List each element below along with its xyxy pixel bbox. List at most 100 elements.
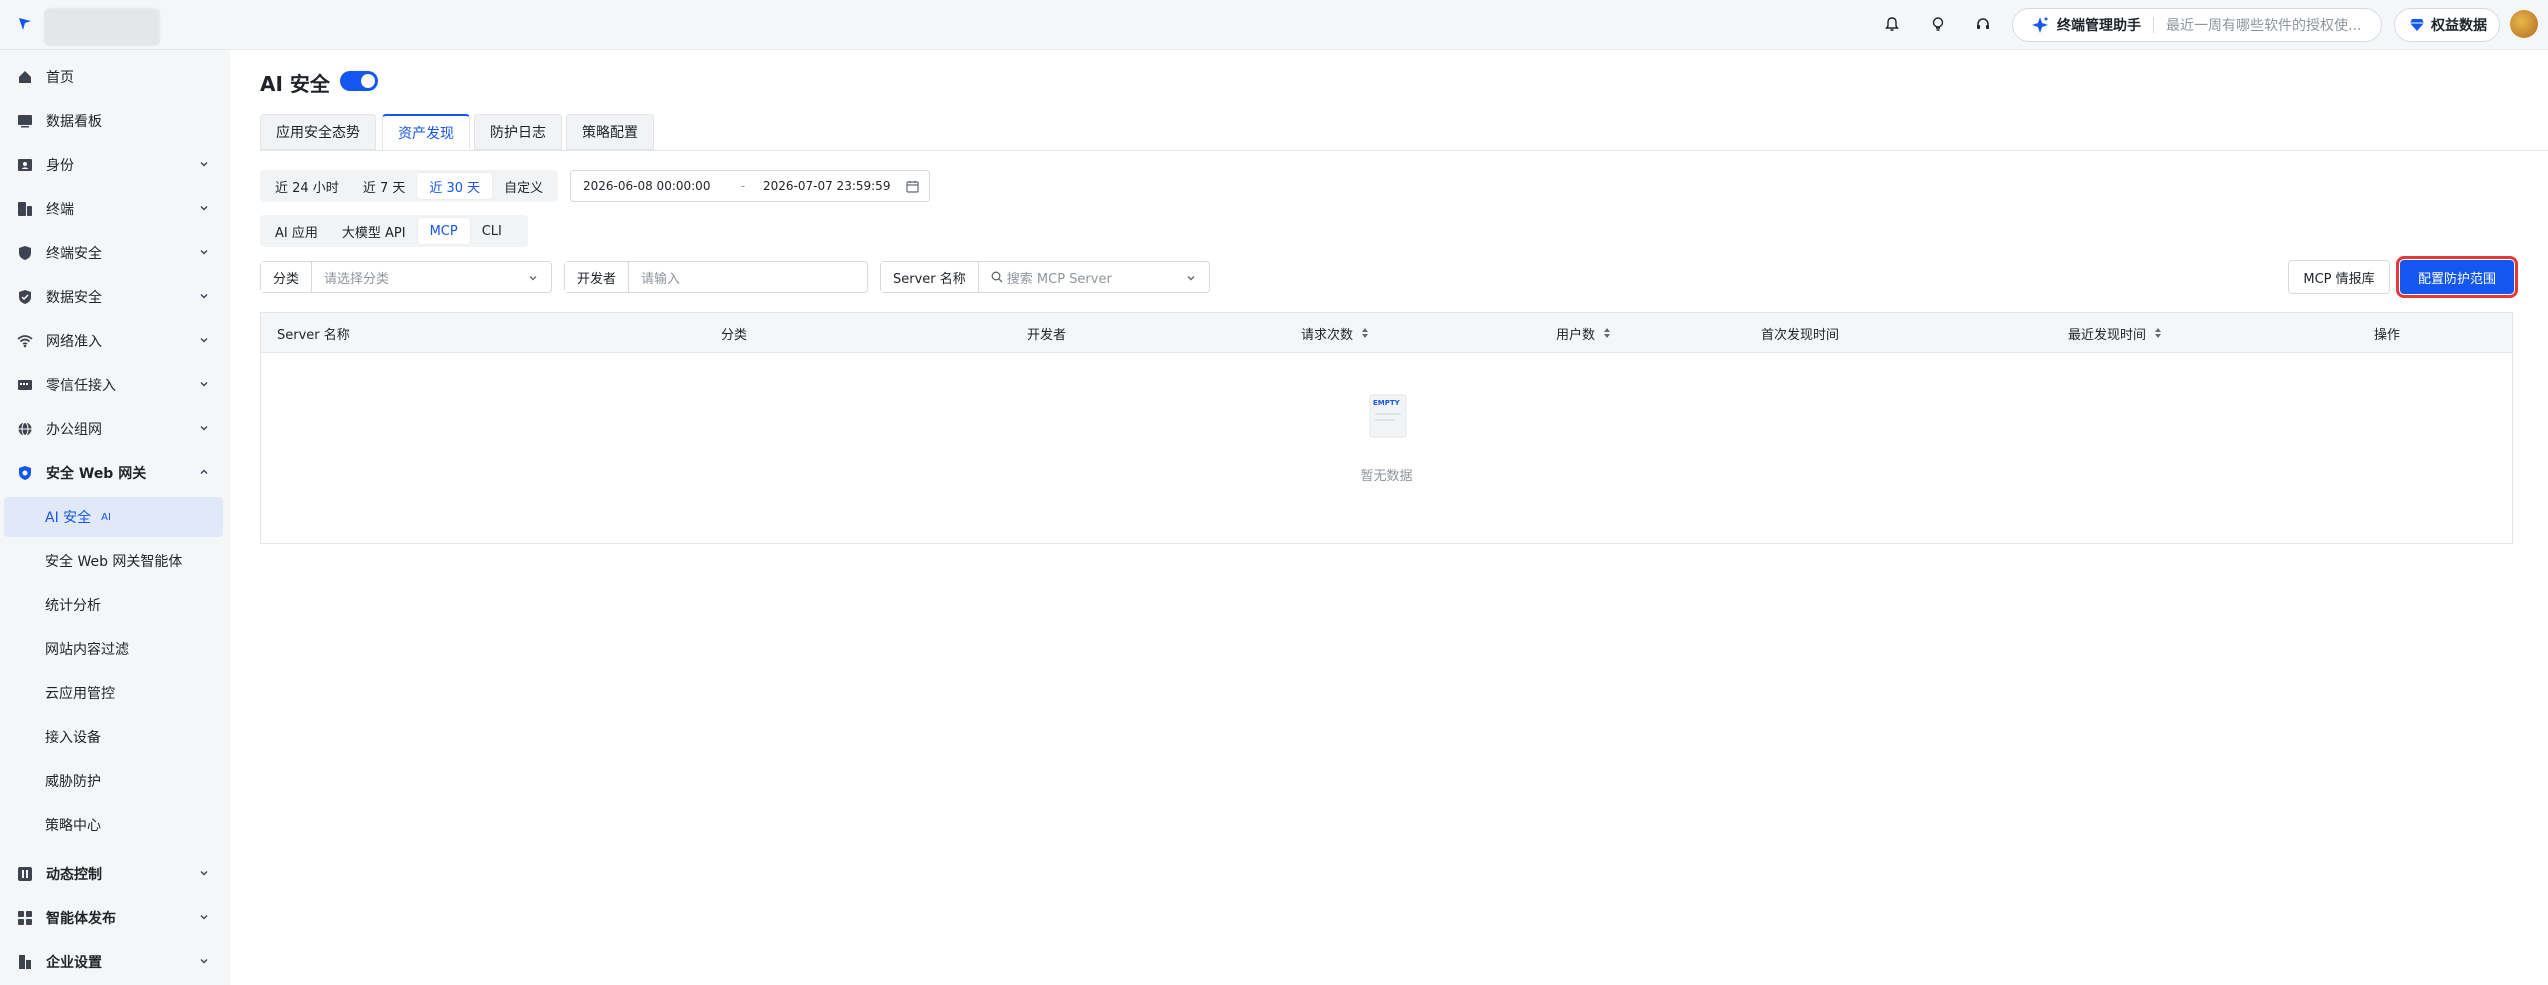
developer-filter-label: 开发者 <box>565 262 630 292</box>
sidebar-subitem-label: 威胁防护 <box>45 774 101 790</box>
column-header-server-name: Server 名称 <box>277 313 350 353</box>
sidebar-item-dashboard[interactable]: 数据看板 <box>0 101 230 141</box>
tab-policy-config[interactable]: 策略配置 <box>566 114 654 150</box>
wifi-icon <box>16 332 34 350</box>
date-range-picker[interactable]: 2026-06-08 00:00:00 - 2026-07-07 23:59:5… <box>570 170 930 202</box>
chevron-down-icon <box>200 915 208 920</box>
sidebar-item-web-gateway[interactable]: 安全 Web 网关 <box>0 453 230 493</box>
server-name-filter-label: Server 名称 <box>881 262 979 292</box>
tab-protection-logs[interactable]: 防护日志 <box>474 114 562 150</box>
sidebar-item-label: 数据安全 <box>46 290 102 306</box>
agent-publish-icon <box>16 909 34 927</box>
time-range-30d[interactable]: 近 30 天 <box>417 173 493 199</box>
sidebar-item-label: 终端 <box>46 202 74 218</box>
logo-icon[interactable] <box>18 17 32 31</box>
sidebar-subitem-label: 统计分析 <box>45 598 101 614</box>
type-ai-app[interactable]: AI 应用 <box>263 218 330 244</box>
sidebar-subitem-label: 接入设备 <box>45 730 101 746</box>
type-mcp[interactable]: MCP <box>417 218 470 244</box>
calendar-icon[interactable] <box>906 180 919 193</box>
sidebar-item-network-access[interactable]: 网络准入 <box>0 321 230 361</box>
empty-state-icon: EMPTY <box>1369 394 1407 438</box>
column-header-first-seen: 首次发现时间 <box>1761 313 1839 353</box>
sidebar-item-zero-trust[interactable]: 零信任接入 <box>0 365 230 405</box>
sidebar-item-label: 首页 <box>46 70 74 86</box>
sidebar-subitem-label: 网站内容过滤 <box>45 642 129 658</box>
sidebar-item-dynamic-control[interactable]: 动态控制 <box>0 854 230 894</box>
developer-input[interactable]: 请输入 <box>629 268 680 287</box>
column-header-request-count[interactable]: 请求次数 <box>1301 313 1369 353</box>
sidebar-subitem-label: 安全 Web 网关智能体 <box>45 554 183 570</box>
tab-asset-discovery[interactable]: 资产发现 <box>382 114 470 150</box>
sidebar-item-office-network[interactable]: 办公组网 <box>0 409 230 449</box>
server-name-filter[interactable]: Server 名称 搜索 MCP Server <box>880 261 1210 293</box>
column-header-last-seen[interactable]: 最近发现时间 <box>2068 313 2162 353</box>
sidebar-item-data-security[interactable]: 数据安全 <box>0 277 230 317</box>
start-date[interactable]: 2026-06-08 00:00:00 <box>583 179 723 193</box>
category-select[interactable]: 请选择分类 <box>312 268 389 287</box>
globe-icon <box>16 420 34 438</box>
sidebar-item-home[interactable]: 首页 <box>0 57 230 97</box>
benefit-data-button[interactable]: 权益数据 <box>2394 8 2500 42</box>
sidebar-item-label: 动态控制 <box>46 867 102 883</box>
sidebar-subitem-policy-center[interactable]: 策略中心 <box>0 805 230 845</box>
chevron-down-icon <box>200 959 208 964</box>
sort-icon[interactable] <box>2154 327 2162 339</box>
sidebar-subitem-label: AI 安全 <box>45 510 92 526</box>
table-header: Server 名称 分类 开发者 请求次数 用户数 首次发现时间 最近发现时间 … <box>261 313 2512 353</box>
sidebar-item-label: 智能体发布 <box>46 911 116 927</box>
sidebar-subitem-threat-protection[interactable]: 威胁防护 <box>0 761 230 801</box>
sidebar-subitem-content-filter[interactable]: 网站内容过滤 <box>0 629 230 669</box>
top-bar: 终端管理助手 最近一周有哪些软件的授权使... 权益数据 <box>0 0 2548 50</box>
column-label: 分类 <box>721 327 748 343</box>
headset-icon[interactable] <box>1973 14 1993 34</box>
search-icon <box>991 271 1003 283</box>
sidebar-item-terminal[interactable]: 终端 <box>0 189 230 229</box>
type-cli[interactable]: CLI <box>470 218 514 244</box>
time-range-7d[interactable]: 近 7 天 <box>351 173 418 199</box>
sidebar-subitem-access-devices[interactable]: 接入设备 <box>0 717 230 757</box>
server-name-search[interactable]: 搜索 MCP Server <box>979 268 1112 287</box>
shield-icon <box>16 244 34 262</box>
type-llm-api[interactable]: 大模型 API <box>330 218 418 244</box>
time-range-custom[interactable]: 自定义 <box>492 173 555 199</box>
lightbulb-icon[interactable] <box>1928 14 1948 34</box>
sort-icon[interactable] <box>1603 327 1611 339</box>
column-header-user-count[interactable]: 用户数 <box>1556 313 1611 353</box>
mcp-intel-button[interactable]: MCP 情报库 <box>2288 260 2390 294</box>
bell-icon[interactable] <box>1882 14 1902 34</box>
ai-security-toggle[interactable] <box>340 71 378 91</box>
sidebar-subitem-cloud-app-control[interactable]: 云应用管控 <box>0 673 230 713</box>
sidebar-subitem-statistics[interactable]: 统计分析 <box>0 585 230 625</box>
brand-logo[interactable] <box>44 8 160 46</box>
divider <box>2153 17 2154 33</box>
sidebar-subitem-gateway-agent[interactable]: 安全 Web 网关智能体 <box>0 541 230 581</box>
sidebar-item-identity[interactable]: 身份 <box>0 145 230 185</box>
column-header-actions: 操作 <box>2374 313 2400 353</box>
developer-filter[interactable]: 开发者 请输入 <box>564 261 868 293</box>
end-date[interactable]: 2026-07-07 23:59:59 <box>763 179 903 193</box>
category-filter[interactable]: 分类 请选择分类 <box>260 261 552 293</box>
sort-icon[interactable] <box>1361 327 1369 339</box>
column-label: 操作 <box>2374 327 2401 343</box>
sidebar-item-label: 终端安全 <box>46 246 102 262</box>
column-label: 首次发现时间 <box>1761 327 1840 343</box>
sidebar-item-endpoint-security[interactable]: 终端安全 <box>0 233 230 273</box>
sidebar-subitem-ai-security[interactable]: AI 安全 AI <box>4 497 223 537</box>
avatar[interactable] <box>2510 10 2538 38</box>
tab-app-security-posture[interactable]: 应用安全态势 <box>260 114 376 150</box>
sidebar-item-agent-publish[interactable]: 智能体发布 <box>0 898 230 938</box>
column-label: 用户数 <box>1556 327 1596 343</box>
empty-icon-label: EMPTY <box>1373 399 1401 407</box>
assistant-search-box[interactable]: 终端管理助手 最近一周有哪些软件的授权使... <box>2012 8 2382 42</box>
chevron-down-icon <box>200 871 208 876</box>
time-range-24h[interactable]: 近 24 小时 <box>263 173 351 199</box>
home-icon <box>16 68 34 86</box>
chevron-down-icon <box>200 338 208 343</box>
server-name-placeholder: 搜索 MCP Server <box>1006 271 1112 287</box>
sidebar-item-enterprise-settings[interactable]: 企业设置 <box>0 942 230 982</box>
chevron-down-icon <box>200 294 208 299</box>
configure-protection-scope-button[interactable]: 配置防护范围 <box>2396 256 2518 298</box>
dashboard-icon <box>16 112 34 130</box>
benefit-label: 权益数据 <box>2431 18 2487 34</box>
